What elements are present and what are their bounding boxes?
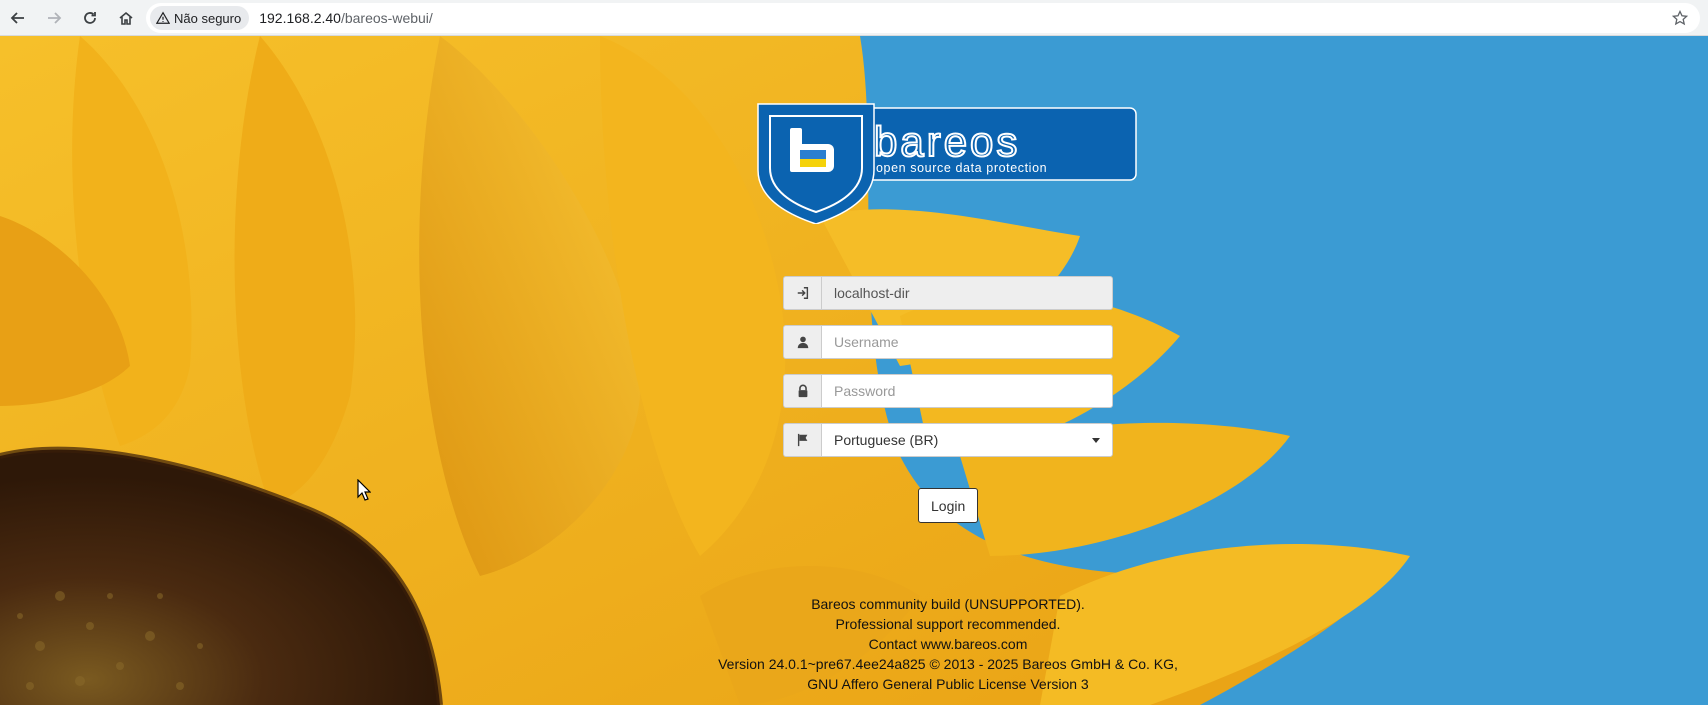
url-host: 192.168.2.40 (259, 10, 341, 26)
login-form: localhost-dir Portuguese (BR) (783, 276, 1113, 472)
security-chip[interactable]: Não seguro (150, 6, 250, 30)
reload-button[interactable] (72, 0, 108, 36)
login-button[interactable]: Login (918, 488, 979, 523)
language-selected: Portuguese (BR) (834, 432, 939, 448)
director-field[interactable]: localhost-dir (821, 276, 1113, 310)
username-group (783, 325, 1113, 359)
home-icon (119, 11, 133, 25)
director-group: localhost-dir (783, 276, 1113, 310)
browser-toolbar: Não seguro 192.168.2.40/bareos-webui/ (0, 0, 1708, 36)
forward-icon (48, 11, 62, 24)
password-addon (783, 374, 821, 408)
security-label: Não seguro (174, 10, 242, 26)
mouse-cursor-icon (357, 479, 371, 501)
logo-brand: bareos (874, 118, 1020, 165)
language-select[interactable]: Portuguese (BR) (821, 423, 1113, 457)
language-addon (783, 423, 821, 457)
lock-icon (798, 384, 807, 398)
bareos-logo: bareos open source data protection (757, 103, 1137, 224)
back-button[interactable] (0, 0, 36, 36)
forward-button[interactable] (36, 0, 72, 36)
footer-line-3[interactable]: Contact www.bareos.com (620, 634, 1276, 654)
url-text[interactable]: 192.168.2.40/bareos-webui/ (259, 10, 433, 26)
back-icon (10, 11, 24, 24)
user-icon (797, 336, 808, 349)
username-input[interactable] (821, 325, 1113, 359)
footer-line-5: GNU Affero General Public License Versio… (807, 676, 1089, 692)
address-bar[interactable]: Não seguro 192.168.2.40/bareos-webui/ (146, 3, 1700, 33)
footer: Bareos community build (UNSUPPORTED). Pr… (620, 594, 1276, 694)
home-button[interactable] (108, 0, 144, 36)
reload-icon (84, 11, 96, 24)
footer-line-2: Professional support recommended. (835, 616, 1061, 632)
url-path: /bareos-webui/ (340, 10, 433, 26)
language-group: Portuguese (BR) (783, 423, 1113, 457)
logo-tagline: open source data protection (876, 161, 1047, 175)
flag-icon (797, 433, 807, 447)
footer-line-4: Version 24.0.1~pre67.4ee24a825 © 2013 - … (718, 656, 1178, 672)
star-icon[interactable] (1672, 10, 1688, 26)
caret-down-icon (1092, 437, 1100, 443)
username-addon (783, 325, 821, 359)
footer-line-1: Bareos community build (UNSUPPORTED). (811, 596, 1085, 612)
page-viewport: bareos open source data protection local… (0, 36, 1708, 705)
warning-icon (156, 11, 170, 24)
sign-in-icon (797, 287, 808, 299)
password-input[interactable] (821, 374, 1113, 408)
password-group (783, 374, 1113, 408)
director-addon (783, 276, 821, 310)
